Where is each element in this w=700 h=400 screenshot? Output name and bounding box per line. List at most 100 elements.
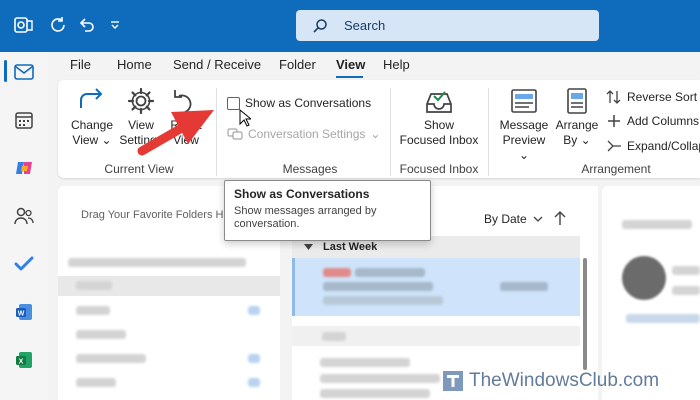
- ribbon-separator: [390, 88, 391, 176]
- group-label-focused-inbox: Focused Inbox: [399, 162, 479, 176]
- unread-count-blurred: [248, 306, 260, 315]
- watermark-text: TheWindowsClub.com: [469, 370, 660, 391]
- change-view-icon: [80, 88, 103, 108]
- customize-toolbar-icon[interactable]: [104, 14, 126, 36]
- group-label-current-view: Current View: [104, 162, 174, 176]
- people-icon: [14, 207, 34, 225]
- active-tab-underline: [336, 76, 363, 78]
- sender-email-blurred: [672, 286, 700, 295]
- checkbox[interactable]: [227, 96, 240, 110]
- app-rail: W X: [0, 52, 48, 400]
- unread-count-blurred: [248, 378, 260, 387]
- tab-folder[interactable]: Folder: [279, 57, 316, 72]
- gear-icon: [127, 87, 155, 115]
- arrange-by-icon: [567, 88, 587, 114]
- tooltip-description: Show messages arranged by conversation.: [234, 205, 377, 230]
- change-view-label-2: View: [72, 133, 99, 147]
- expand-collapse-label: Expand/Collapse: [627, 139, 700, 153]
- search-icon: [313, 19, 327, 33]
- ribbon-separator: [488, 88, 489, 176]
- mail-item-blurred[interactable]: [320, 389, 430, 398]
- message-preview-label-1: Message: [499, 118, 549, 132]
- arrange-by-button[interactable]: Arrange By ⌄: [552, 86, 602, 148]
- watermark: TheWindowsClub.com: [441, 365, 700, 397]
- expand-collapse-button[interactable]: Expand/Collapse: [606, 138, 700, 154]
- group-header-label: Last Week: [323, 241, 378, 253]
- mail-item-blurred[interactable]: [320, 374, 440, 383]
- account-row-blurred[interactable]: [68, 258, 246, 267]
- subject-blurred: [323, 282, 433, 291]
- group-header-text-blurred: [322, 332, 346, 341]
- tab-view[interactable]: View: [336, 57, 365, 72]
- word-icon: W: [16, 304, 32, 320]
- rail-copilot[interactable]: [0, 148, 48, 188]
- mail-list-scrollbar[interactable]: [583, 258, 587, 370]
- conversation-settings-button[interactable]: Conversation Settings ⌄: [227, 127, 380, 141]
- sender-blurred: [323, 268, 351, 277]
- svg-text:X: X: [19, 359, 24, 366]
- show-as-conversations-checkbox[interactable]: Show as Conversations: [227, 96, 371, 110]
- favorites-drag-hint: Drag Your Favorite Folders Here: [81, 209, 240, 221]
- rail-people[interactable]: [0, 196, 48, 236]
- folder-item-blurred[interactable]: [76, 354, 146, 363]
- view-settings-button[interactable]: View Settings: [118, 86, 164, 148]
- reverse-sort-label: Reverse Sort: [627, 90, 698, 104]
- expand-collapse-icon: [607, 140, 621, 152]
- rail-calendar[interactable]: [0, 100, 48, 140]
- avatar: [622, 256, 666, 300]
- todo-check-icon: [14, 256, 34, 271]
- tab-send-receive[interactable]: Send / Receive: [173, 57, 261, 72]
- reset-view-label-1: Reset: [170, 118, 202, 132]
- sort-by-dropdown[interactable]: By Date: [484, 212, 543, 226]
- conversation-settings-label: Conversation Settings: [248, 127, 366, 141]
- search-box[interactable]: [296, 10, 599, 41]
- tab-file[interactable]: File: [70, 57, 91, 72]
- change-view-button[interactable]: Change View ⌄: [66, 86, 118, 148]
- folder-item-blurred[interactable]: [76, 378, 116, 387]
- excel-icon: X: [16, 352, 32, 368]
- folder-item-blurred[interactable]: [76, 306, 110, 315]
- chevron-down-icon: [304, 244, 313, 250]
- show-focused-inbox-button[interactable]: Show Focused Inbox: [396, 86, 482, 148]
- undo-icon[interactable]: [76, 14, 98, 36]
- sort-direction-arrow-icon[interactable]: [554, 210, 566, 226]
- mouse-cursor-icon: [239, 109, 251, 127]
- search-input[interactable]: [344, 10, 584, 41]
- reverse-sort-icon: [606, 90, 621, 104]
- menu-bar: File Home Send / Receive Folder View Hel…: [48, 52, 700, 80]
- sort-by-label: By Date: [484, 212, 527, 226]
- rail-word[interactable]: W: [0, 292, 48, 332]
- folder-item-blurred[interactable]: [76, 281, 112, 290]
- rail-excel[interactable]: X: [0, 340, 48, 380]
- add-columns-icon: [608, 115, 620, 127]
- rail-todo[interactable]: [0, 244, 48, 284]
- tab-home[interactable]: Home: [117, 57, 152, 72]
- reset-view-label-2: View: [173, 133, 199, 147]
- message-preview-label-2: Preview: [502, 133, 546, 147]
- group-label-arrangement: Arrangement: [581, 162, 651, 176]
- reset-view-button[interactable]: Reset View: [164, 86, 208, 148]
- mail-item-selected[interactable]: [292, 258, 580, 316]
- reverse-sort-button[interactable]: Reverse Sort: [606, 89, 697, 105]
- unread-count-blurred: [248, 354, 260, 363]
- add-columns-button[interactable]: Add Columns: [606, 113, 699, 129]
- preview-blurred: [323, 296, 443, 305]
- outlook-logo-icon: [13, 14, 35, 36]
- sync-icon[interactable]: [47, 14, 69, 36]
- mail-item-blurred[interactable]: [320, 358, 410, 367]
- reset-view-icon: [174, 90, 192, 113]
- tooltip: Show as Conversations Show messages arra…: [224, 180, 431, 241]
- message-preview-button[interactable]: Message Preview ⌄: [496, 86, 552, 163]
- date-blurred: [500, 282, 548, 291]
- message-preview-icon: [511, 89, 537, 113]
- view-settings-label-1: View: [128, 118, 154, 132]
- watermark-logo-icon: [443, 371, 463, 391]
- mail-icon: [14, 64, 34, 80]
- folder-item-blurred[interactable]: [76, 330, 126, 339]
- chevron-down-icon: [533, 216, 543, 222]
- tab-help[interactable]: Help: [383, 57, 410, 72]
- info-bar-blurred: [626, 314, 700, 323]
- rail-mail[interactable]: [0, 52, 48, 92]
- ribbon-separator: [216, 88, 217, 176]
- conversation-settings-icon: [227, 128, 243, 140]
